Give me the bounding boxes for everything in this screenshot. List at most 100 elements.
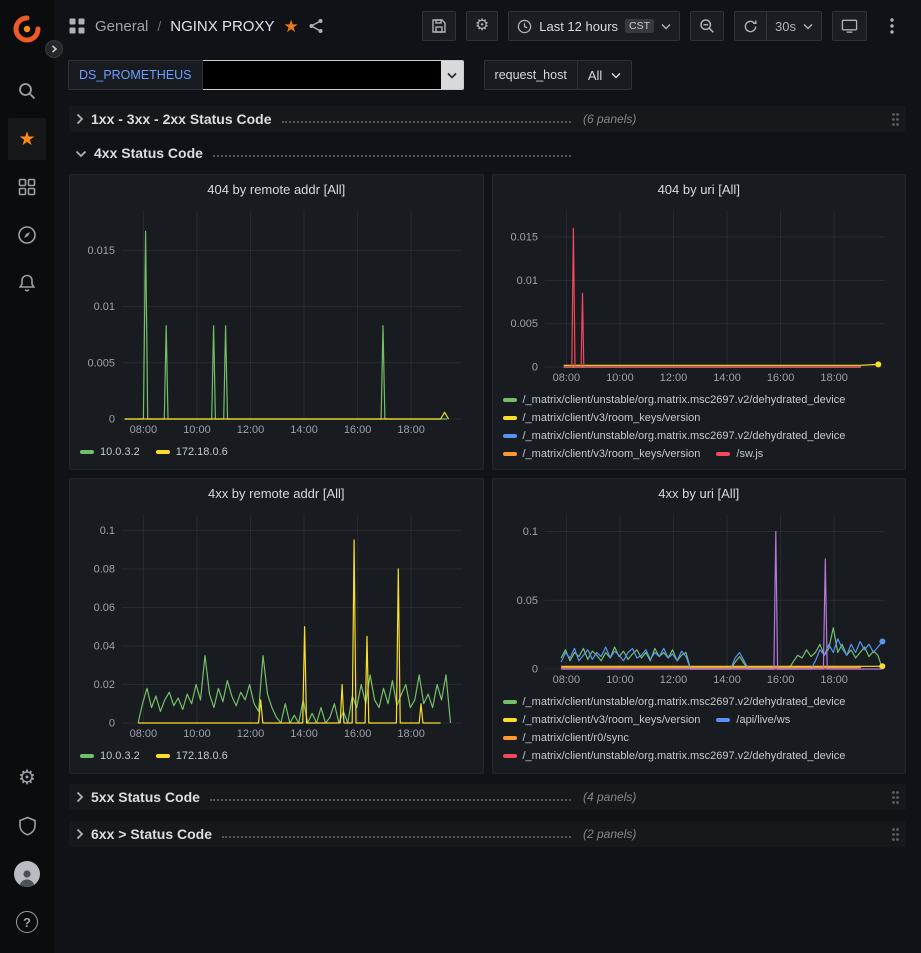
sidebar-top-group: ★ — [8, 8, 46, 304]
sidebar-expand-button[interactable] — [45, 40, 63, 58]
ds-prometheus-select[interactable] — [203, 60, 464, 90]
legend-item[interactable]: /_matrix/client/unstable/org.matrix.msc2… — [503, 693, 846, 711]
svg-text:0.01: 0.01 — [516, 275, 537, 287]
user-avatar[interactable] — [8, 853, 46, 895]
panel-title[interactable]: 4xx by remote addr [All] — [70, 479, 483, 507]
legend-item[interactable]: /_matrix/client/unstable/org.matrix.msc2… — [503, 747, 846, 765]
legend-color-marker — [156, 450, 170, 454]
legend-item[interactable]: /_matrix/client/v3/room_keys/version — [503, 445, 701, 463]
dotted-leader — [213, 155, 571, 157]
legend-color-marker — [503, 700, 517, 704]
svg-text:0.005: 0.005 — [88, 357, 116, 369]
chevron-down-icon — [441, 61, 463, 89]
request-host-value: All — [588, 68, 602, 83]
legend-color-marker — [716, 452, 730, 456]
svg-text:08:00: 08:00 — [130, 424, 158, 436]
dashboards-icon[interactable] — [8, 166, 46, 208]
security-shield-icon[interactable] — [8, 805, 46, 847]
refresh-interval-dropdown[interactable]: 30s — [766, 11, 822, 41]
grafana-logo-icon[interactable] — [8, 8, 46, 50]
sidebar-bottom-group: ⚙ ? — [8, 757, 46, 943]
row-1xx-3xx-2xx[interactable]: 1xx - 3xx - 2xx Status Code (6 panels) — [69, 106, 906, 132]
row-5xx[interactable]: 5xx Status Code (4 panels) — [69, 784, 906, 810]
legend-item[interactable]: /_matrix/client/unstable/org.matrix.msc2… — [503, 427, 846, 445]
svg-text:10:00: 10:00 — [183, 728, 211, 740]
svg-text:12:00: 12:00 — [659, 674, 687, 686]
legend-color-marker — [503, 398, 517, 402]
variable-ds-prometheus: DS_PROMETHEUS — [68, 60, 464, 90]
legend-item[interactable]: 172.18.0.6 — [156, 443, 228, 461]
legend-item[interactable]: /sw.js — [716, 445, 763, 463]
row-title: 1xx - 3xx - 2xx Status Code — [91, 111, 272, 127]
svg-text:0: 0 — [109, 414, 115, 426]
panel-grid: 404 by remote addr [All] 00.0050.010.015… — [69, 174, 906, 774]
panel-4xx-by-uri: 4xx by uri [All] 00.050.108:0010:0012:00… — [492, 478, 907, 774]
save-dashboard-button[interactable] — [422, 11, 456, 41]
kebab-menu-icon — [890, 18, 894, 34]
time-picker-button[interactable]: Last 12 hours CST — [508, 11, 680, 41]
search-icon[interactable] — [8, 70, 46, 112]
panel-legend: /_matrix/client/unstable/org.matrix.msc2… — [493, 385, 906, 469]
explore-compass-icon[interactable] — [8, 214, 46, 256]
legend-item[interactable]: 172.18.0.6 — [156, 747, 228, 765]
drag-handle-icon[interactable] — [891, 827, 900, 842]
refresh-group: 30s — [734, 11, 822, 41]
legend-label: /_matrix/client/unstable/org.matrix.msc2… — [523, 427, 846, 445]
panel-4xx-by-remote-addr: 4xx by remote addr [All] 00.020.040.060.… — [69, 478, 484, 774]
panel-title[interactable]: 404 by remote addr [All] — [70, 175, 483, 203]
legend-label: 172.18.0.6 — [176, 443, 228, 461]
help-icon[interactable]: ? — [8, 901, 46, 943]
row-4xx[interactable]: 4xx Status Code — [69, 140, 906, 166]
share-icon[interactable] — [308, 18, 324, 34]
legend-item[interactable]: /_matrix/client/r0/sync — [503, 729, 629, 747]
alerting-bell-icon[interactable] — [8, 262, 46, 304]
dashboard-topbar: General / NGINX PROXY ★ — [54, 0, 921, 52]
time-series-chart[interactable]: 00.050.108:0010:0012:0014:0016:0018:00 — [499, 507, 899, 687]
legend-item[interactable]: 10.0.3.2 — [80, 443, 140, 461]
sidebar: ★ ⚙ — [0, 0, 54, 953]
panel-title[interactable]: 4xx by uri [All] — [493, 479, 906, 507]
svg-text:0: 0 — [532, 362, 538, 374]
svg-text:10:00: 10:00 — [606, 372, 634, 384]
panel-title[interactable]: 404 by uri [All] — [493, 175, 906, 203]
time-series-chart[interactable]: 00.020.040.060.080.108:0010:0012:0014:00… — [76, 507, 476, 741]
starred-dashboards-icon[interactable]: ★ — [8, 118, 46, 160]
row-6xx[interactable]: 6xx > Status Code (2 panels) — [69, 821, 906, 847]
legend-label: /_matrix/client/r0/sync — [523, 729, 629, 747]
legend-label: 10.0.3.2 — [100, 747, 140, 765]
chevron-right-icon — [75, 828, 84, 840]
row-header: 4xx Status Code — [75, 145, 573, 161]
svg-text:0.02: 0.02 — [94, 679, 115, 691]
time-zone-badge: CST — [625, 19, 654, 33]
ds-prometheus-label: DS_PROMETHEUS — [68, 60, 203, 90]
row-header: 6xx > Status Code — [75, 826, 573, 842]
legend-item[interactable]: /_matrix/client/v3/room_keys/version — [503, 409, 701, 427]
legend-item[interactable]: /api/live/ws — [716, 711, 790, 729]
zoom-out-button[interactable] — [690, 11, 724, 41]
refresh-button[interactable] — [734, 11, 766, 41]
legend-color-marker — [503, 452, 517, 456]
settings-gear-icon[interactable]: ⚙ — [8, 757, 46, 799]
time-series-chart[interactable]: 00.0050.010.01508:0010:0012:0014:0016:00… — [499, 203, 899, 385]
request-host-select[interactable]: All — [578, 60, 632, 90]
chevron-down-icon — [611, 72, 621, 79]
favorite-star-icon[interactable]: ★ — [283, 18, 298, 35]
legend-item[interactable]: /_matrix/client/unstable/org.matrix.msc2… — [503, 391, 846, 409]
chevron-down-icon — [803, 23, 813, 30]
tv-mode-button[interactable] — [832, 11, 867, 41]
row-title: 5xx Status Code — [91, 789, 200, 805]
breadcrumb-section[interactable]: General — [95, 18, 148, 35]
legend-color-marker — [716, 718, 730, 722]
legend-item[interactable]: /_matrix/client/v3/room_keys/version — [503, 711, 701, 729]
panel-legend: 10.0.3.2 172.18.0.6 — [70, 437, 483, 469]
refresh-icon — [743, 19, 758, 34]
kebab-menu-button[interactable] — [877, 11, 907, 41]
refresh-interval-value: 30s — [775, 19, 796, 34]
dashboard-settings-button[interactable]: ⚙ — [466, 11, 498, 41]
time-series-chart[interactable]: 00.0050.010.01508:0010:0012:0014:0016:00… — [76, 203, 476, 437]
drag-handle-icon[interactable] — [891, 112, 900, 127]
legend-label: /sw.js — [736, 445, 763, 463]
drag-handle-icon[interactable] — [891, 790, 900, 805]
dashboard-title[interactable]: NGINX PROXY — [170, 18, 274, 35]
legend-item[interactable]: 10.0.3.2 — [80, 747, 140, 765]
